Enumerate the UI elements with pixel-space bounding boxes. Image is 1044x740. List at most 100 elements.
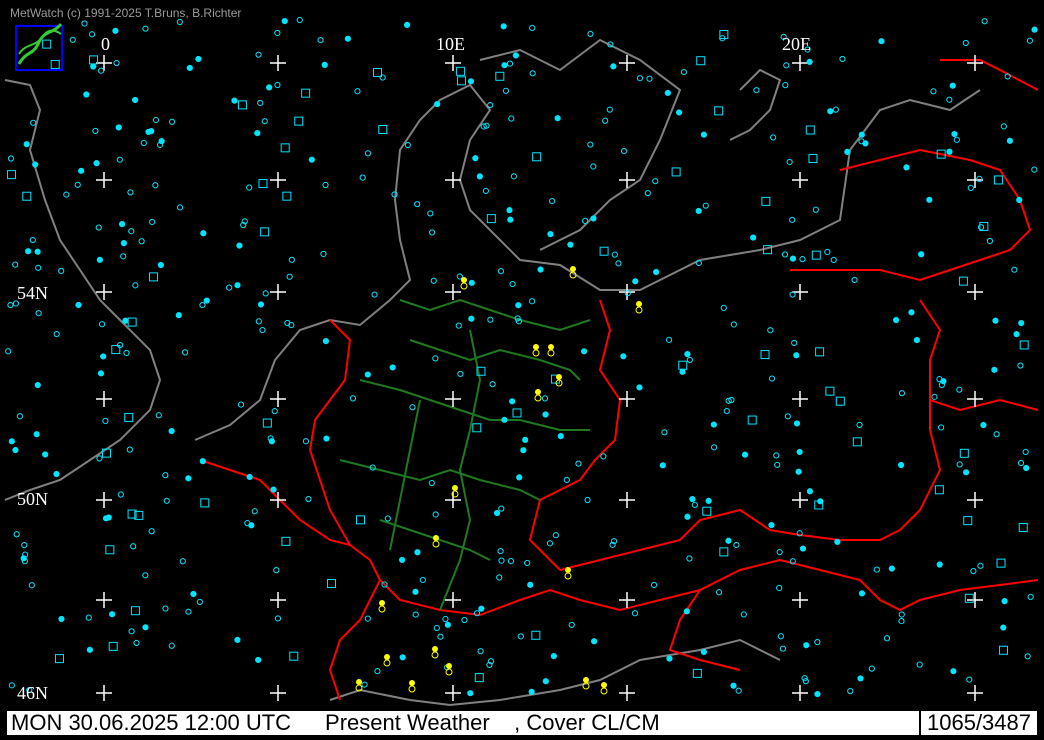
station-circle-icon — [776, 548, 783, 556]
station-circle-icon — [1024, 653, 1031, 660]
cloud-square-icon — [696, 56, 706, 66]
station-circle-icon — [774, 461, 781, 469]
cloud-square-icon — [356, 515, 366, 525]
cloud-square-icon — [761, 196, 771, 206]
station-circle-icon — [936, 561, 943, 568]
station-circle-icon — [175, 312, 182, 319]
station-circle-icon — [529, 298, 536, 305]
station-circle-icon — [118, 221, 126, 228]
station-circle-icon — [1011, 266, 1018, 273]
station-circle-icon — [977, 224, 985, 231]
station-circle-icon — [98, 321, 106, 328]
station-circle-icon — [856, 421, 863, 429]
station-circle-icon — [898, 390, 906, 397]
station-circle-icon — [767, 327, 774, 334]
station-circle-icon — [128, 228, 135, 235]
cloud-square-icon — [959, 448, 969, 458]
station-circle-icon — [684, 351, 691, 358]
grid-cross — [792, 284, 808, 300]
station-circle-icon — [686, 356, 693, 364]
station-circle-icon — [472, 155, 479, 162]
station-circle-icon — [231, 97, 238, 104]
station-circle-icon — [814, 690, 821, 698]
grid-cross — [96, 172, 112, 188]
station-circle-icon — [21, 541, 28, 549]
station-circle-icon — [956, 461, 963, 468]
station-circle-icon — [195, 55, 202, 63]
station-circle-icon — [515, 302, 522, 309]
station-circle-icon — [200, 230, 207, 237]
station-circle-icon — [680, 68, 687, 76]
station-circle-icon — [320, 250, 327, 258]
station-circle-icon — [404, 141, 411, 149]
station-circle-icon — [120, 253, 127, 260]
station-circle-icon — [95, 224, 102, 231]
cloud-square-icon — [934, 485, 944, 495]
station-circle-icon — [498, 505, 505, 512]
weather-map[interactable] — [0, 0, 1044, 740]
lon-label-10e: 10E — [436, 34, 465, 54]
weather-symbol-icon — [378, 600, 386, 613]
station-circle-icon — [510, 173, 517, 180]
station-circle-icon — [281, 17, 288, 25]
station-circle-icon — [455, 322, 462, 329]
weather-symbol-icon — [383, 654, 391, 667]
station-circle-icon — [883, 635, 891, 642]
station-circle-icon — [271, 408, 278, 415]
cloud-square-icon — [105, 545, 115, 555]
station-circle-icon — [768, 522, 775, 529]
station-circle-icon — [506, 60, 514, 67]
station-circle-icon — [12, 446, 19, 454]
station-circle-icon — [913, 336, 920, 344]
station-circle-icon — [322, 338, 330, 345]
station-circle-icon — [992, 317, 999, 324]
grid-cross — [96, 592, 112, 608]
station-circle-icon — [695, 207, 702, 215]
station-circle-icon — [527, 581, 534, 588]
station-circle-icon — [140, 139, 147, 147]
station-circle-icon — [691, 501, 698, 508]
station-circle-icon — [34, 381, 41, 389]
station-circle-icon — [858, 131, 865, 138]
station-circle-icon — [547, 231, 554, 238]
cloud-square-icon — [531, 630, 541, 640]
station-circle-icon — [433, 624, 440, 632]
station-circle-icon — [75, 301, 82, 309]
weather-symbol-icon — [445, 663, 453, 676]
station-circle-icon — [930, 88, 937, 95]
station-circle-icon — [496, 574, 503, 581]
station-circle-icon — [897, 461, 905, 469]
cloud-square-icon — [130, 606, 140, 616]
station-circle-icon — [457, 370, 464, 378]
station-circle-icon — [725, 537, 732, 544]
cloud-square-icon — [237, 100, 247, 110]
copyright-credit: MetWatch (c) 1991-2025 T.Bruns, B.Richte… — [10, 6, 242, 20]
station-circle-icon — [428, 229, 436, 236]
station-circle-icon — [509, 280, 516, 288]
station-circle-icon — [517, 633, 524, 640]
station-circle-icon — [967, 184, 974, 192]
station-circle-icon — [812, 206, 819, 213]
station-circle-icon — [795, 468, 802, 475]
station-circle-icon — [100, 353, 107, 360]
station-circle-icon — [509, 398, 516, 405]
station-circle-icon — [582, 217, 589, 224]
cloud-square-icon — [671, 167, 681, 177]
station-circle-icon — [69, 36, 76, 43]
station-circle-icon — [266, 84, 273, 91]
station-circle-icon — [661, 429, 668, 436]
station-circle-icon — [155, 412, 162, 419]
station-circle-icon — [858, 590, 866, 597]
weather-symbol-icon — [431, 646, 439, 659]
cloud-square-icon — [127, 317, 137, 327]
station-circle-icon — [203, 297, 210, 304]
station-circle-icon — [659, 462, 666, 469]
station-circle-icon — [782, 82, 789, 89]
station-circle-icon — [508, 115, 515, 122]
station-circle-icon — [590, 215, 597, 222]
station-circle-icon — [7, 155, 15, 162]
station-circle-icon — [803, 642, 810, 649]
grid-cross — [619, 685, 635, 701]
station-circle-icon — [1017, 459, 1025, 467]
station-circle-icon — [776, 584, 783, 592]
